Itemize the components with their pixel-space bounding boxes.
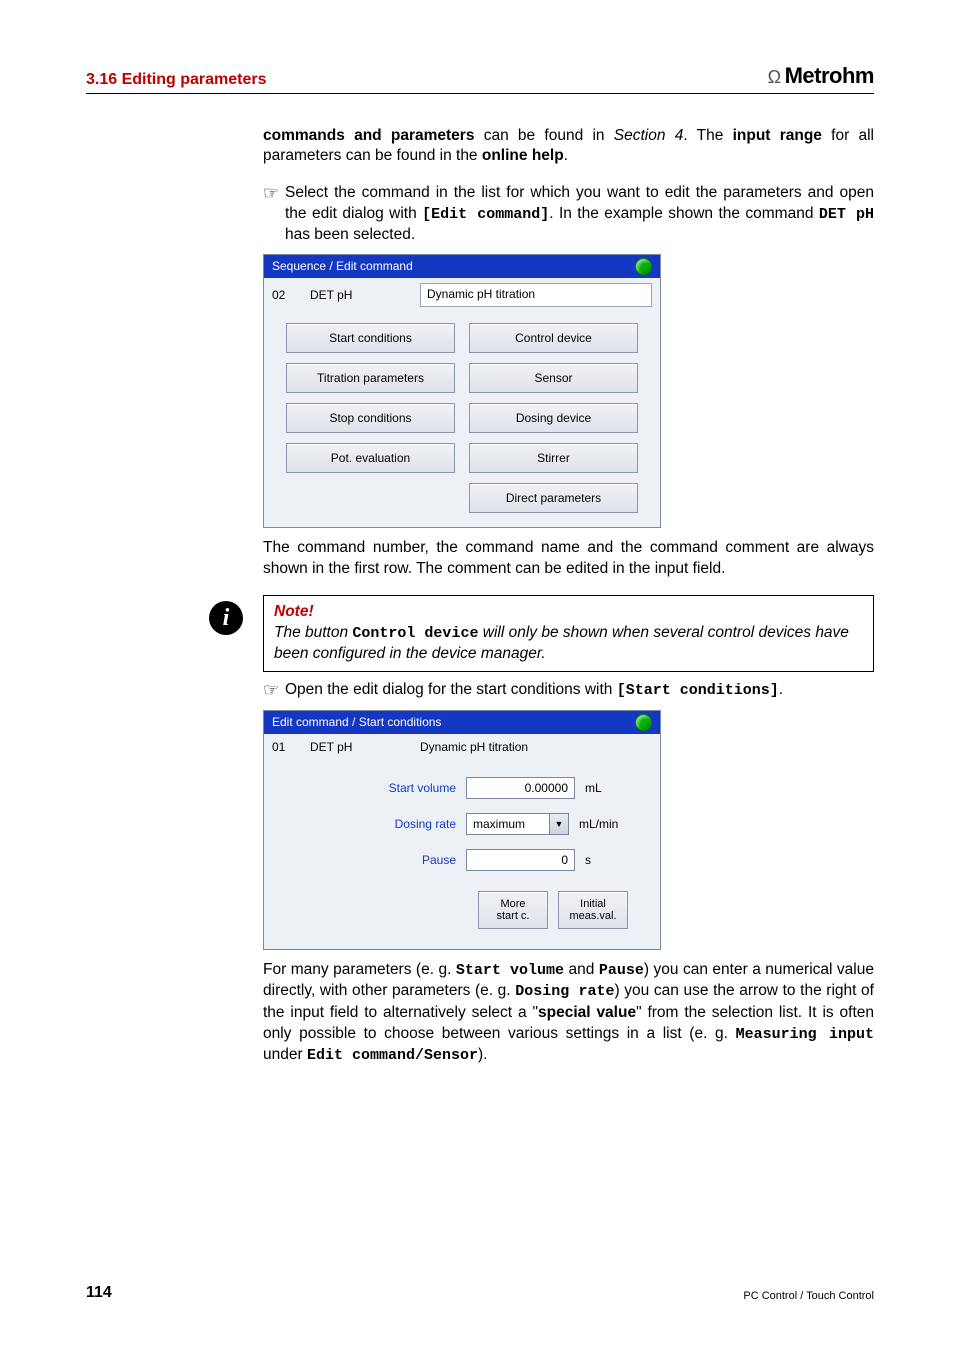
intro-t2: . The	[683, 127, 732, 144]
dosing-rate-value: maximum	[473, 816, 525, 832]
initial-measval-button[interactable]: Initial meas.val.	[558, 891, 628, 929]
command-number: 01	[272, 739, 300, 755]
step-2: ☞ Open the edit dialog for the start con…	[263, 680, 874, 702]
command-number: 02	[272, 287, 300, 303]
page-number: 114	[86, 1284, 112, 1302]
f-b1: special value	[538, 1004, 636, 1021]
note-pre: The button	[274, 624, 352, 641]
form-body: Start volume 0.00000 mL Dosing rate maxi…	[264, 757, 660, 949]
chevron-down-icon[interactable]: ▼	[549, 814, 568, 834]
dialog-footer: More start c. Initial meas.val.	[276, 871, 648, 939]
page: 3.16 Editing parameters Ω Metrohm comman…	[0, 0, 954, 1350]
s1-post: has been selected.	[285, 226, 415, 243]
f-t7: ).	[478, 1046, 487, 1063]
intro-bold2: input range	[733, 127, 822, 144]
pointer-icon: ☞	[263, 680, 285, 702]
pause-input[interactable]: 0	[466, 849, 575, 871]
note-heading: Note!	[274, 603, 314, 620]
start-conditions-dialog: Edit command / Start conditions 01 DET p…	[263, 710, 661, 950]
start-volume-unit: mL	[585, 780, 602, 796]
after-panel1-text: The command number, the command name and…	[263, 538, 874, 580]
f-c2: Pause	[599, 962, 644, 979]
dosing-rate-label: Dosing rate	[276, 816, 466, 832]
status-dot-icon	[635, 714, 652, 731]
f-c3: Dosing rate	[515, 983, 614, 1000]
intro-paragraph: commands and parameters can be found in …	[263, 126, 874, 168]
pause-unit: s	[585, 852, 591, 868]
content-column: commands and parameters can be found in …	[263, 110, 874, 1082]
intro-bold1: commands and parameters	[263, 127, 474, 144]
note-body: The button Control device will only be s…	[274, 624, 849, 662]
dialog-titlebar: Sequence / Edit command	[264, 255, 660, 278]
footer-right: PC Control / Touch Control	[743, 1290, 874, 1302]
f-c4: Measuring input	[736, 1026, 874, 1043]
section-ref: Section 4	[614, 127, 684, 144]
start-volume-input[interactable]: 0.00000	[466, 777, 575, 799]
f-t2: and	[564, 961, 599, 978]
stop-conditions-button[interactable]: Stop conditions	[286, 403, 455, 433]
intro-t1: can be found in	[474, 127, 613, 144]
note-block: i Note! The button Control device will o…	[263, 595, 874, 672]
section-title: 3.16 Editing parameters	[86, 71, 267, 89]
info-icon: i	[209, 601, 243, 635]
pointer-icon: ☞	[263, 183, 285, 205]
command-name: DET pH	[310, 287, 410, 303]
s2-code: [Start conditions]	[617, 682, 779, 699]
status-dot-icon	[635, 258, 652, 275]
more-startc-button[interactable]: More start c.	[478, 891, 548, 929]
pause-label: Pause	[276, 852, 466, 868]
stirrer-button[interactable]: Stirrer	[469, 443, 638, 473]
ohm-icon: Ω	[768, 67, 781, 88]
dosing-rate-row: Dosing rate maximum ▼ mL/min	[276, 813, 648, 835]
command-header-row: 01 DET pH Dynamic pH titration	[264, 734, 660, 757]
dosing-rate-select[interactable]: maximum ▼	[466, 813, 569, 835]
dosing-device-button[interactable]: Dosing device	[469, 403, 638, 433]
command-button-grid: Start conditions Control device Titratio…	[264, 317, 660, 527]
brand-text: Metrohm	[785, 63, 874, 89]
intro-period: .	[564, 147, 568, 164]
command-comment-input[interactable]: Dynamic pH titration	[420, 283, 652, 307]
page-header: 3.16 Editing parameters Ω Metrohm	[86, 63, 874, 94]
brand-logo: Ω Metrohm	[768, 63, 874, 89]
start-volume-label: Start volume	[276, 780, 466, 796]
dialog-titlebar: Edit command / Start conditions	[264, 711, 660, 734]
f-c1: Start volume	[456, 962, 564, 979]
final-paragraph: For many parameters (e. g. Start volume …	[263, 960, 874, 1066]
s1-mid: . In the example shown the command	[549, 205, 819, 222]
f-c5: Edit command/Sensor	[307, 1047, 478, 1064]
command-name: DET pH	[310, 739, 410, 755]
control-device-button[interactable]: Control device	[469, 323, 638, 353]
f-t1: For many parameters (e. g.	[263, 961, 456, 978]
step-1-text: Select the command in the list for which…	[285, 183, 874, 246]
dialog-title: Edit command / Start conditions	[272, 714, 441, 730]
s1-code1: [Edit command]	[422, 206, 549, 223]
dosing-rate-unit: mL/min	[579, 816, 618, 832]
s1-code2: DET pH	[819, 206, 874, 223]
f-t6: under	[263, 1046, 307, 1063]
intro-bold3: online help	[482, 147, 564, 164]
edit-command-dialog: Sequence / Edit command 02 DET pH Dynami…	[263, 254, 661, 528]
command-desc: Dynamic pH titration	[420, 739, 528, 755]
command-header-row: 02 DET pH Dynamic pH titration	[264, 278, 660, 317]
start-conditions-button[interactable]: Start conditions	[286, 323, 455, 353]
start-volume-row: Start volume 0.00000 mL	[276, 777, 648, 799]
step-1: ☞ Select the command in the list for whi…	[263, 183, 874, 246]
note-box: Note! The button Control device will onl…	[263, 595, 874, 672]
pause-row: Pause 0 s	[276, 849, 648, 871]
pot-evaluation-button[interactable]: Pot. evaluation	[286, 443, 455, 473]
s2-pre: Open the edit dialog for the start condi…	[285, 681, 617, 698]
note-code: Control device	[352, 625, 478, 642]
titration-parameters-button[interactable]: Titration parameters	[286, 363, 455, 393]
sensor-button[interactable]: Sensor	[469, 363, 638, 393]
step-2-text: Open the edit dialog for the start condi…	[285, 680, 874, 701]
s2-post: .	[779, 681, 783, 698]
direct-parameters-button[interactable]: Direct parameters	[469, 483, 638, 513]
dialog-title: Sequence / Edit command	[272, 258, 413, 274]
